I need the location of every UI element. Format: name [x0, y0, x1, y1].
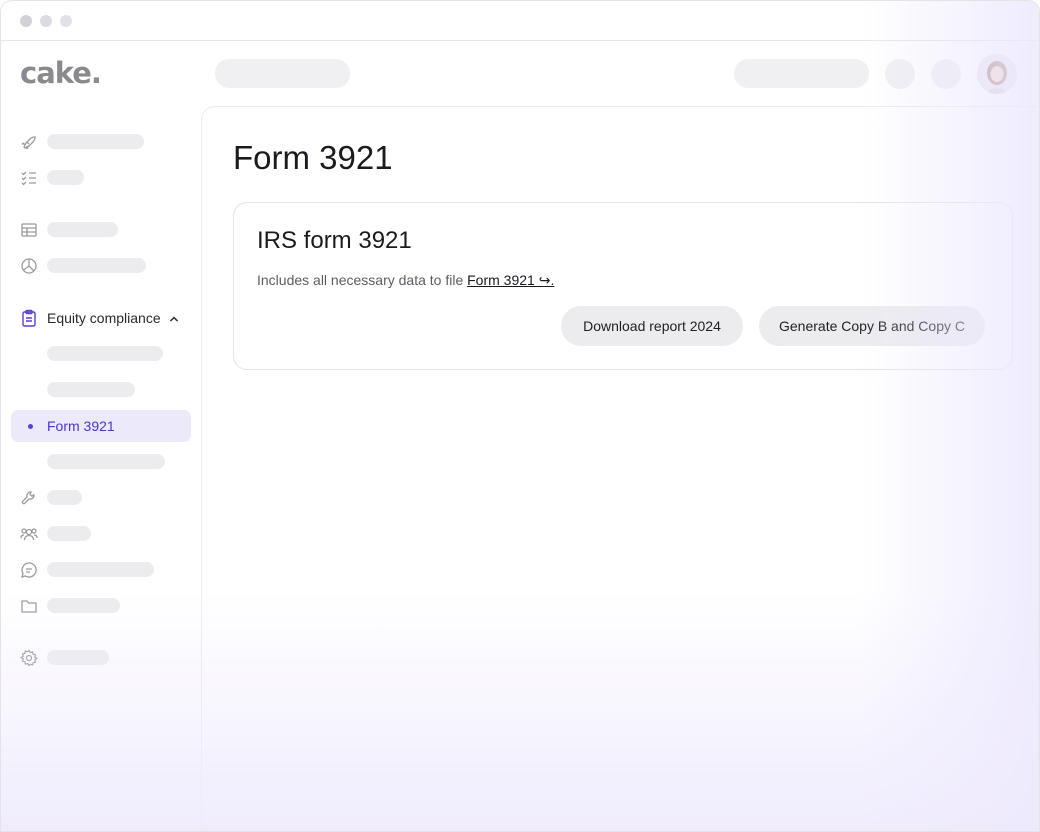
app-window: cake. Equity compliance Form 3921 Form 3…	[0, 0, 1040, 832]
clipboard-icon[interactable]	[20, 309, 38, 327]
folder-icon[interactable]	[20, 597, 38, 615]
header-icon-placeholder[interactable]	[931, 59, 961, 89]
download-report-button[interactable]: Download report 2024	[561, 306, 743, 346]
nav-item-skeleton[interactable]	[47, 170, 84, 185]
app-logo[interactable]: cake.	[20, 56, 102, 90]
form-3921-link[interactable]: Form 3921 ↪.	[467, 272, 554, 288]
nav-subitem-skeleton[interactable]	[47, 346, 163, 361]
nav-item-skeleton[interactable]	[47, 222, 118, 237]
sidebar-item-label: Form 3921	[47, 418, 115, 434]
card-title: IRS form 3921	[257, 227, 412, 254]
wrench-icon[interactable]	[20, 489, 38, 507]
header-icon-placeholder[interactable]	[885, 59, 915, 89]
nav-item-skeleton[interactable]	[47, 650, 109, 665]
page-title: Form 3921	[233, 139, 393, 176]
nav-subitem-skeleton[interactable]	[47, 454, 165, 469]
search-placeholder[interactable]	[215, 59, 350, 88]
form-3921-card: IRS form 3921 Includes all necessary dat…	[233, 202, 1013, 370]
avatar-image	[977, 54, 1017, 94]
nav-item-skeleton[interactable]	[47, 490, 82, 505]
generate-copies-button[interactable]: Generate Copy B and Copy C	[759, 306, 985, 346]
avatar[interactable]	[977, 54, 1017, 94]
header-action-placeholder[interactable]	[734, 59, 869, 88]
chat-icon[interactable]	[20, 561, 38, 579]
pie-chart-icon[interactable]	[20, 257, 38, 275]
table-icon[interactable]	[20, 221, 38, 239]
nav-item-skeleton[interactable]	[47, 598, 120, 613]
card-description: Includes all necessary data to file Form…	[257, 272, 554, 289]
nav-item-skeleton[interactable]	[47, 526, 91, 541]
nav-subitem-skeleton[interactable]	[47, 382, 135, 397]
sidebar-item-form-3921[interactable]: Form 3921	[11, 410, 191, 442]
gear-icon[interactable]	[20, 649, 38, 667]
card-description-text: Includes all necessary data to file	[257, 272, 468, 288]
window-minimize-control[interactable]	[40, 15, 52, 27]
nav-item-skeleton[interactable]	[47, 258, 146, 273]
chevron-up-icon[interactable]	[168, 312, 180, 324]
checklist-icon[interactable]	[20, 169, 38, 187]
users-icon[interactable]	[20, 525, 38, 543]
nav-item-skeleton[interactable]	[47, 134, 144, 149]
sidebar-group-equity-compliance[interactable]: Equity compliance	[47, 310, 161, 326]
window-close-control[interactable]	[20, 15, 32, 27]
nav-item-skeleton[interactable]	[47, 562, 154, 577]
rocket-icon[interactable]	[20, 133, 38, 151]
title-bar	[1, 1, 1039, 41]
active-indicator-dot	[28, 424, 33, 429]
window-maximize-control[interactable]	[60, 15, 72, 27]
